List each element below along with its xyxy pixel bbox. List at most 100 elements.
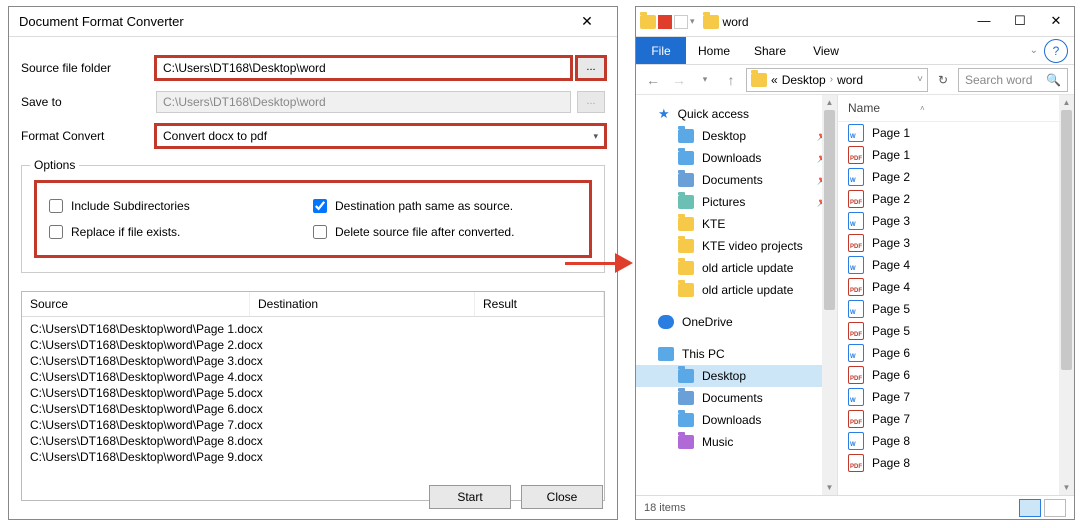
chevron-right-icon[interactable]: ›	[830, 74, 833, 85]
dest-same-option[interactable]: Destination path same as source.	[313, 199, 577, 213]
table-row[interactable]: C:\Users\DT168\Desktop\word\Page 1.docx	[22, 321, 604, 337]
file-item[interactable]: Page 7	[838, 386, 1074, 408]
replace-option[interactable]: Replace if file exists.	[49, 225, 313, 239]
format-convert-value: Convert docx to pdf	[163, 129, 267, 143]
file-item[interactable]: Page 4	[838, 276, 1074, 298]
window-close-button[interactable]: ✕	[1038, 8, 1074, 36]
file-tab[interactable]: File	[636, 37, 686, 64]
nav-quick-access[interactable]: ★Quick access	[636, 103, 837, 125]
close-icon[interactable]: ✕	[567, 13, 607, 30]
nav-pc-music[interactable]: Music	[636, 431, 837, 453]
qat-icon[interactable]	[674, 15, 688, 29]
back-button[interactable]: ←	[642, 72, 664, 88]
folder-icon	[751, 73, 767, 87]
table-row[interactable]: C:\Users\DT168\Desktop\word\Page 8.docx	[22, 433, 604, 449]
file-item[interactable]: Page 4	[838, 254, 1074, 276]
file-list[interactable]: Name˄ Page 1Page 1Page 2Page 2Page 3Page…	[838, 95, 1074, 495]
format-convert-select[interactable]: Convert docx to pdf ▾	[156, 125, 605, 147]
breadcrumb[interactable]: Desktop	[782, 73, 826, 87]
nav-pc-downloads[interactable]: Downloads	[636, 409, 837, 431]
table-row[interactable]: C:\Users\DT168\Desktop\word\Page 9.docx	[22, 449, 604, 465]
file-item[interactable]: Page 3	[838, 232, 1074, 254]
source-folder-input[interactable]	[156, 57, 571, 79]
file-item[interactable]: Page 8	[838, 430, 1074, 452]
file-name: Page 6	[872, 346, 910, 360]
icons-view-button[interactable]	[1044, 499, 1066, 517]
nav-old-article[interactable]: old article update	[636, 257, 837, 279]
view-tab[interactable]: View	[798, 37, 854, 64]
table-row[interactable]: C:\Users\DT168\Desktop\word\Page 6.docx	[22, 401, 604, 417]
file-item[interactable]: Page 5	[838, 298, 1074, 320]
ribbon-expand-icon[interactable]: ⌄	[1030, 45, 1038, 56]
col-source[interactable]: Source	[22, 292, 250, 316]
navigation-pane[interactable]: ★Quick access Desktop📌 Downloads📌 Docume…	[636, 95, 838, 495]
file-item[interactable]: Page 2	[838, 166, 1074, 188]
refresh-button[interactable]: ↻	[932, 73, 954, 87]
address-bar[interactable]: « Desktop › word ˅	[746, 68, 928, 92]
file-item[interactable]: Page 6	[838, 342, 1074, 364]
nav-old-article[interactable]: old article update	[636, 279, 837, 301]
breadcrumb[interactable]: word	[837, 73, 863, 87]
save-to-label: Save to	[21, 95, 156, 109]
chevron-down-icon[interactable]: ˅	[917, 74, 923, 85]
file-item[interactable]: Page 1	[838, 122, 1074, 144]
file-item[interactable]: Page 6	[838, 364, 1074, 386]
maximize-button[interactable]: ☐	[1002, 8, 1038, 36]
start-button[interactable]: Start	[429, 485, 511, 509]
browse-saveto-button: ...	[577, 91, 605, 113]
nav-pc-documents[interactable]: Documents	[636, 387, 837, 409]
nav-pictures[interactable]: Pictures📌	[636, 191, 837, 213]
file-item[interactable]: Page 5	[838, 320, 1074, 342]
arrow-icon	[565, 248, 635, 278]
table-row[interactable]: C:\Users\DT168\Desktop\word\Page 7.docx	[22, 417, 604, 433]
browse-source-button[interactable]: ...	[577, 57, 605, 79]
nav-onedrive[interactable]: OneDrive	[636, 311, 837, 333]
delete-source-checkbox[interactable]	[313, 225, 327, 239]
home-tab[interactable]: Home	[686, 37, 742, 64]
replace-checkbox[interactable]	[49, 225, 63, 239]
details-view-button[interactable]	[1019, 499, 1041, 517]
table-row[interactable]: C:\Users\DT168\Desktop\word\Page 5.docx	[22, 385, 604, 401]
nav-documents[interactable]: Documents📌	[636, 169, 837, 191]
nav-pc-desktop[interactable]: Desktop	[636, 365, 837, 387]
forward-button[interactable]: →	[668, 72, 690, 88]
explorer-titlebar: ▾ word — ☐ ✕	[636, 7, 1074, 37]
minimize-button[interactable]: —	[966, 8, 1002, 36]
desktop-icon	[678, 369, 694, 383]
col-result[interactable]: Result	[475, 292, 604, 316]
history-chevron-icon[interactable]: ▾	[694, 74, 716, 85]
file-item[interactable]: Page 1	[838, 144, 1074, 166]
include-subdirs-checkbox[interactable]	[49, 199, 63, 213]
nav-this-pc[interactable]: This PC	[636, 343, 837, 365]
include-subdirs-option[interactable]: Include Subdirectories	[49, 199, 313, 213]
nav-scrollbar[interactable]: ▲▼	[822, 95, 837, 495]
search-input[interactable]: Search word 🔍	[958, 68, 1068, 92]
qat-icon[interactable]	[658, 15, 672, 29]
column-name-header[interactable]: Name˄	[838, 95, 1074, 122]
table-row[interactable]: C:\Users\DT168\Desktop\word\Page 2.docx	[22, 337, 604, 353]
files-scrollbar[interactable]: ▲▼	[1059, 95, 1074, 495]
table-row[interactable]: C:\Users\DT168\Desktop\word\Page 3.docx	[22, 353, 604, 369]
nav-kte-video[interactable]: KTE video projects	[636, 235, 837, 257]
col-destination[interactable]: Destination	[250, 292, 475, 316]
delete-source-option[interactable]: Delete source file after converted.	[313, 225, 577, 239]
file-item[interactable]: Page 2	[838, 188, 1074, 210]
table-row[interactable]: C:\Users\DT168\Desktop\word\Page 4.docx	[22, 369, 604, 385]
file-item[interactable]: Page 3	[838, 210, 1074, 232]
dest-same-checkbox[interactable]	[313, 199, 327, 213]
pdf-file-icon	[848, 322, 864, 340]
qat-chevron-icon[interactable]: ▾	[690, 16, 695, 27]
file-item[interactable]: Page 8	[838, 452, 1074, 474]
up-button[interactable]: ↑	[720, 72, 742, 88]
nav-downloads[interactable]: Downloads📌	[636, 147, 837, 169]
file-item[interactable]: Page 7	[838, 408, 1074, 430]
share-tab[interactable]: Share	[742, 37, 798, 64]
help-icon[interactable]: ?	[1044, 39, 1068, 63]
nav-kte[interactable]: KTE	[636, 213, 837, 235]
pdf-file-icon	[848, 454, 864, 472]
file-name: Page 1	[872, 126, 910, 140]
nav-desktop[interactable]: Desktop📌	[636, 125, 837, 147]
close-button[interactable]: Close	[521, 485, 603, 509]
music-icon	[678, 435, 694, 449]
downloads-icon	[678, 413, 694, 427]
